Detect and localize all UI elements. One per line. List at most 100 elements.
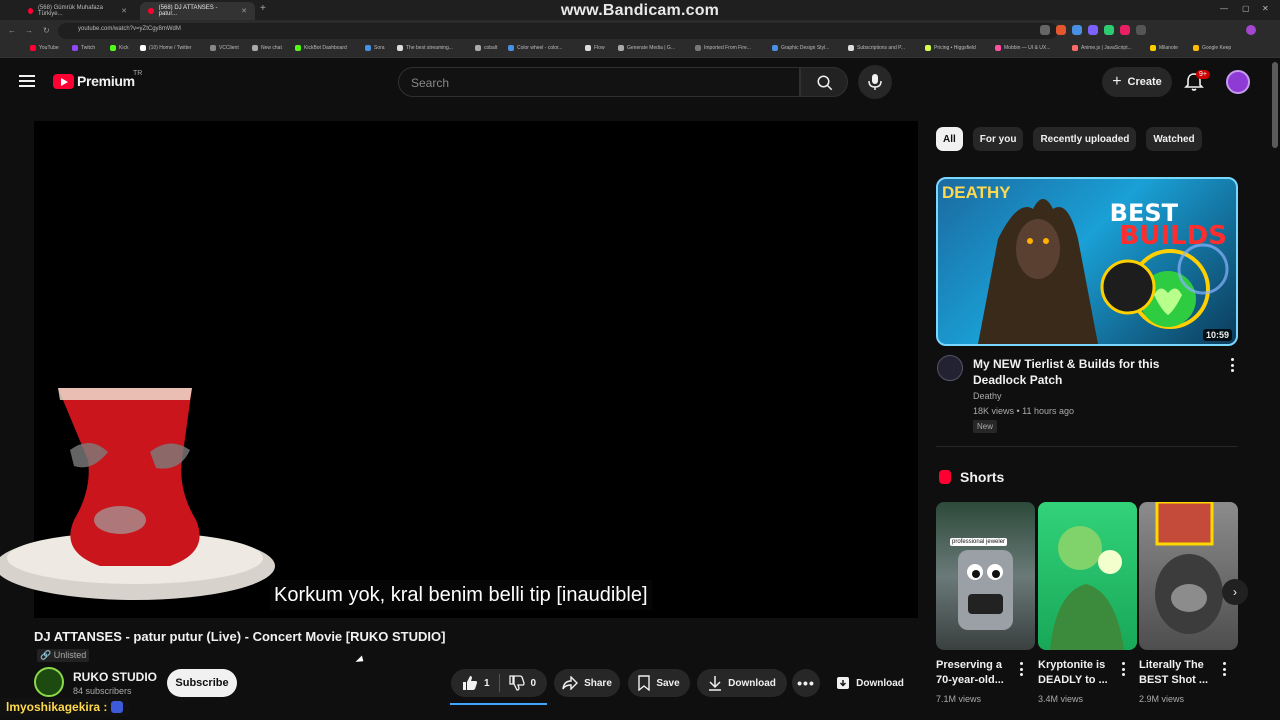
short-views: 3.4M views [1038, 694, 1084, 704]
bookmark[interactable]: KickBot Dashboard [295, 45, 347, 51]
chip-recently-uploaded[interactable]: Recently uploaded [1033, 127, 1137, 151]
page-scrollbar[interactable] [1272, 62, 1278, 148]
caption-text: Korkum yok, kral benim belli tip [inaudi… [270, 580, 652, 610]
new-badge: New [973, 420, 998, 433]
short-title[interactable]: Preserving a 70-year-old... [936, 658, 1018, 688]
bookmark[interactable]: Graphic Design Styl... [772, 45, 829, 51]
shorts-heading: Shorts [960, 469, 1005, 485]
shorts-icon [939, 470, 951, 484]
search-input[interactable]: Search [398, 67, 800, 97]
video-title: DJ ATTANSES - patur putur (Live) - Conce… [34, 629, 446, 644]
thumbs-up-icon[interactable] [462, 675, 478, 691]
menu-icon[interactable] [19, 75, 35, 87]
bookmark[interactable]: Anime.js | JavaScript... [1072, 45, 1132, 51]
more-vertical-icon[interactable] [1118, 662, 1128, 676]
more-vertical-icon[interactable] [1227, 358, 1237, 372]
tea-glass-overlay-image [0, 388, 275, 600]
search-button[interactable] [800, 67, 848, 97]
bookmark[interactable]: (10) Home / Twitter [140, 45, 191, 51]
subscriber-count: 84 subscribers [73, 686, 132, 696]
recommended-video-thumbnail[interactable]: DEATHY BEST BUILDS 10:59 [936, 177, 1238, 346]
bookmark[interactable]: Subscriptions and P... [848, 45, 905, 51]
short-title[interactable]: Kryptonite is DEADLY to ... [1038, 658, 1120, 688]
short-thumbnail[interactable]: professional jeweler [936, 502, 1035, 650]
bookmark[interactable]: Color wheel - color... [508, 45, 563, 51]
close-window-icon[interactable]: ✕ [1262, 4, 1269, 13]
search-placeholder: Search [411, 76, 450, 90]
extension-icon[interactable] [1120, 25, 1130, 35]
create-button[interactable]: + Create [1102, 67, 1172, 97]
short-title[interactable]: Literally The BEST Shot ... [1139, 658, 1221, 688]
more-vertical-icon[interactable] [1219, 662, 1229, 676]
bookmark[interactable]: Google Keep [1193, 45, 1231, 51]
bookmark[interactable]: Generate Media | G... [618, 45, 675, 51]
bookmark[interactable]: Kick [110, 45, 128, 51]
bookmark[interactable]: The best streaming... [397, 45, 453, 51]
bookmark[interactable]: cobalt [475, 45, 497, 51]
more-horizontal-icon: ••• [797, 675, 815, 691]
chip-for-you[interactable]: For you [972, 127, 1024, 151]
thumbs-down-icon[interactable] [508, 675, 525, 691]
extension-icon[interactable] [1072, 25, 1082, 35]
share-icon [562, 676, 579, 690]
short-thumbnail[interactable] [1139, 502, 1238, 650]
bookmark[interactable]: Twitch [72, 45, 95, 51]
bookmark[interactable]: Imported From Fire... [695, 45, 751, 51]
forward-icon[interactable]: → [25, 26, 33, 35]
recommended-video-title[interactable]: My NEW Tierlist & Builds for this Deadlo… [973, 356, 1213, 388]
like-dislike-group: 1 0 [451, 669, 547, 697]
download-extension-button[interactable]: Download [825, 669, 915, 697]
recommended-channel-avatar[interactable] [937, 355, 963, 381]
download-button[interactable]: Download [697, 669, 787, 697]
recommended-channel-name[interactable]: Deathy [973, 391, 1002, 401]
profile-icon[interactable] [1246, 25, 1256, 35]
extension-icon[interactable] [1104, 25, 1114, 35]
create-label: Create [1127, 76, 1162, 88]
youtube-play-icon [53, 73, 74, 89]
filter-chips: All For you Recently uploaded Watched [936, 127, 1202, 151]
extension-icon[interactable] [1136, 25, 1146, 35]
youtube-header: Premium TR Search + Create 9+ [0, 58, 1280, 106]
bookmark[interactable]: New chat [252, 45, 282, 51]
channel-avatar[interactable] [34, 667, 64, 697]
short-views: 2.9M views [1139, 694, 1185, 704]
voice-search-button[interactable] [858, 65, 892, 99]
reload-icon[interactable]: ↻ [43, 26, 50, 35]
address-bar[interactable]: youtube.com/watch?v=yZtCgy8mWdM [58, 23, 1058, 39]
bookmark[interactable]: YouTube [30, 45, 59, 51]
chip-all[interactable]: All [936, 127, 963, 151]
dislike-count: 0 [530, 677, 537, 689]
save-button[interactable]: Save [628, 669, 690, 697]
like-highlight-bar [450, 703, 547, 705]
chip-watched[interactable]: Watched [1146, 127, 1202, 151]
youtube-premium-logo[interactable]: Premium TR [53, 70, 142, 89]
minimize-icon[interactable]: — [1220, 4, 1228, 13]
recommended-video-meta: 18K views • 11 hours ago [973, 406, 1075, 416]
back-icon[interactable]: ← [8, 26, 16, 35]
extension-icon[interactable] [1088, 25, 1098, 35]
bookmark[interactable]: Milanote [1150, 45, 1178, 51]
bookmark[interactable]: Sora [365, 45, 385, 51]
channel-name[interactable]: RUKO STUDIO [73, 670, 157, 684]
browser-tab-strip: (568) Gümrük Muhafaza Türkiye... ✕ (568)… [0, 0, 1280, 20]
more-actions-button[interactable]: ••• [792, 669, 820, 697]
bookmark[interactable]: Flow [585, 45, 605, 51]
bookmark[interactable]: VCClient [210, 45, 239, 51]
subscribe-button[interactable]: Subscribe [167, 669, 237, 697]
short-artwork [958, 550, 1013, 630]
short-thumbnail[interactable] [1038, 502, 1137, 650]
extension-icon[interactable] [1056, 25, 1066, 35]
bookmark[interactable]: Pricing • Higgsfield [925, 45, 976, 51]
logo-text: Premium [77, 73, 135, 89]
share-button[interactable]: Share [554, 669, 620, 697]
url-text: youtube.com/watch?v=yZtCgy8mWdM [78, 26, 181, 32]
user-badge-icon [110, 701, 123, 713]
recording-watermark: www.Bandicam.com [560, 2, 720, 19]
extension-icon[interactable] [1040, 25, 1050, 35]
shorts-next-button[interactable]: › [1222, 579, 1248, 605]
bookmark[interactable]: Mobbin — UI & UX... [995, 45, 1050, 51]
account-avatar[interactable] [1226, 70, 1250, 94]
thumbnail-text-builds: BUILDS [1119, 221, 1227, 251]
more-vertical-icon[interactable] [1016, 662, 1026, 676]
maximize-icon[interactable]: ▢ [1242, 4, 1250, 13]
